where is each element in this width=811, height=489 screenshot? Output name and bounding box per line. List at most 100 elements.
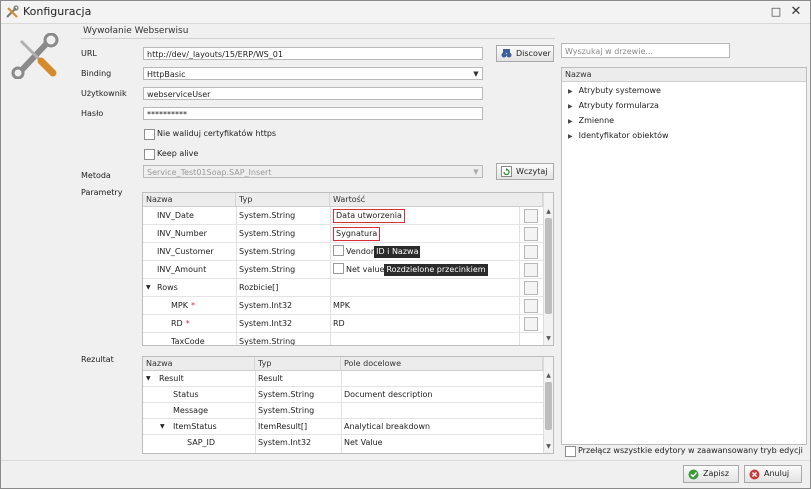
param-value[interactable]: MPK xyxy=(333,297,350,314)
expand-arrow-icon[interactable]: ▶ xyxy=(568,133,573,140)
param-value[interactable]: Sygnatura xyxy=(333,225,381,242)
result-type: System.String xyxy=(258,390,315,399)
params-scrollbar[interactable]: ▲ ▼ xyxy=(543,193,553,345)
maximize-button[interactable]: □ xyxy=(768,4,784,20)
value-picker-icon[interactable] xyxy=(524,263,538,277)
result-target[interactable]: Document description xyxy=(344,387,432,404)
expand-arrow-icon[interactable]: ▶ xyxy=(568,103,573,110)
password-input[interactable]: ********** xyxy=(143,107,483,120)
discover-button[interactable]: Discover xyxy=(496,45,554,62)
ssl-checkbox[interactable] xyxy=(144,129,155,140)
scrollbar-thumb[interactable] xyxy=(545,382,552,430)
scroll-up-icon[interactable]: ▲ xyxy=(544,207,553,216)
scroll-down-icon[interactable]: ▼ xyxy=(544,334,553,343)
result-scrollbar[interactable]: ▲ ▼ xyxy=(543,357,553,453)
params-header-value: Wartość xyxy=(330,193,543,207)
url-input[interactable]: http://dev/_layouts/15/ERP/WS_01 xyxy=(143,47,483,60)
cancel-icon xyxy=(749,469,760,480)
value-picker-icon[interactable] xyxy=(524,245,538,259)
result-header-name: Nazwa xyxy=(143,357,255,371)
param-name: TaxCode xyxy=(171,337,205,346)
table-row[interactable]: INV_Date System.String Data utworzenia xyxy=(143,207,543,225)
cancel-button[interactable]: Anuluj xyxy=(744,465,802,483)
param-value-token: Sygnatura xyxy=(333,227,381,241)
window-title: Konfiguracja xyxy=(23,5,92,18)
value-picker-icon[interactable] xyxy=(524,209,538,223)
table-row[interactable]: INV_Customer System.String Vendor ID i Na… xyxy=(143,243,543,261)
user-label: Użytkownik xyxy=(81,89,127,98)
field-icon xyxy=(333,263,344,274)
binding-dropdown[interactable]: HttpBasic ▼ xyxy=(143,67,483,80)
advanced-mode-label: Przełącz wszystkie edytory w zaawansowan… xyxy=(578,446,803,455)
table-row[interactable]: INV_Amount System.String Net value Rozdzi… xyxy=(143,261,543,279)
param-value[interactable]: RD xyxy=(333,315,345,332)
tree-item-variables[interactable]: ▶ Zmienne xyxy=(568,116,614,125)
chevron-down-icon: ▼ xyxy=(473,70,479,78)
tree-item-system-attributes[interactable]: ▶ Atrybuty systemowe xyxy=(568,86,661,95)
result-name: SAP_ID xyxy=(187,438,216,447)
value-picker-icon[interactable] xyxy=(524,281,538,295)
scroll-up-icon[interactable]: ▲ xyxy=(544,371,553,380)
param-value[interactable]: Vendor ID i Nazwa xyxy=(333,243,421,260)
table-row[interactable]: Status System.String Document descriptio… xyxy=(143,387,543,403)
table-row[interactable]: ▼ Result Result xyxy=(143,371,543,387)
param-type: System.String xyxy=(239,247,296,256)
tree-search-input[interactable]: Wyszukaj w drzewie... xyxy=(561,43,730,58)
footer-divider xyxy=(1,460,810,461)
scrollbar-thumb[interactable] xyxy=(545,218,552,314)
table-row[interactable]: ▼ Rows Rozbicie[] xyxy=(143,279,543,297)
table-row[interactable]: RD * System.Int32 RD xyxy=(143,315,543,333)
value-picker-icon[interactable] xyxy=(524,299,538,313)
title-bar: Konfiguracja □ ✕ xyxy=(1,1,810,24)
method-label: Metoda xyxy=(81,171,111,180)
expand-arrow-icon[interactable]: ▶ xyxy=(568,88,573,95)
param-name: MPK * xyxy=(171,301,195,310)
param-value[interactable]: Data utworzenia xyxy=(333,207,405,224)
result-name: ItemStatus xyxy=(173,422,217,431)
keepalive-checkbox[interactable] xyxy=(144,149,155,160)
expand-arrow-icon[interactable]: ▼ xyxy=(146,371,151,388)
tree-item-object-id[interactable]: ▶ Identyfikator obiektów xyxy=(568,131,669,140)
binding-value: HttpBasic xyxy=(147,70,186,79)
user-input[interactable]: webserviceUser xyxy=(143,87,483,100)
advanced-mode-checkbox[interactable] xyxy=(565,446,576,457)
table-row[interactable]: SAP_ID System.Int32 Net Value xyxy=(143,435,543,451)
load-button[interactable]: Wczytaj xyxy=(496,163,554,180)
param-value-tag: ID i Nazwa xyxy=(374,246,421,258)
param-type: System.String xyxy=(239,337,296,346)
param-type: System.Int32 xyxy=(239,301,293,310)
table-row[interactable]: MPK * System.Int32 MPK xyxy=(143,297,543,315)
param-value-token: Data utworzenia xyxy=(333,209,405,223)
value-picker-icon[interactable] xyxy=(524,227,538,241)
expand-arrow-icon[interactable]: ▶ xyxy=(568,118,573,125)
table-row[interactable]: Message System.String xyxy=(143,403,543,419)
refresh-icon xyxy=(501,166,512,177)
expand-arrow-icon[interactable]: ▼ xyxy=(146,279,151,296)
tree-panel: Nazwa ▶ Atrybuty systemowe ▶ Atrybuty form… xyxy=(561,67,807,445)
result-header-target: Pole docelowe xyxy=(341,357,543,371)
param-name: RD * xyxy=(171,319,190,328)
result-target[interactable]: Analytical breakdown xyxy=(344,419,430,436)
scroll-down-icon[interactable]: ▼ xyxy=(544,442,553,451)
table-row[interactable]: TaxCode System.String xyxy=(143,333,543,346)
table-row[interactable]: INV_Number System.String Sygnatura xyxy=(143,225,543,243)
param-name: INV_Date xyxy=(157,211,194,220)
expand-arrow-icon[interactable]: ▼ xyxy=(160,419,165,436)
tree-header: Nazwa xyxy=(562,68,806,82)
chevron-down-icon: ▼ xyxy=(473,168,479,176)
param-value[interactable]: Net value Rozdzielone przecinkiem xyxy=(333,261,488,278)
field-icon xyxy=(333,245,344,256)
table-row[interactable]: ▼ ItemStatus ItemResult[] Analytical bre… xyxy=(143,419,543,435)
result-header-type: Typ xyxy=(255,357,341,371)
params-header-name: Nazwa xyxy=(143,193,236,207)
param-type: System.Int32 xyxy=(239,319,293,328)
close-button[interactable]: ✕ xyxy=(788,4,804,20)
tree-item-form-attributes[interactable]: ▶ Atrybuty formularza xyxy=(568,101,659,110)
param-name: INV_Number xyxy=(157,229,207,238)
result-target[interactable]: Net Value xyxy=(344,435,383,452)
value-picker-icon[interactable] xyxy=(524,317,538,331)
result-type: ItemResult[] xyxy=(258,422,308,431)
url-label: URL xyxy=(81,49,97,58)
param-type: System.String xyxy=(239,265,296,274)
save-button[interactable]: Zapisz xyxy=(683,465,739,483)
